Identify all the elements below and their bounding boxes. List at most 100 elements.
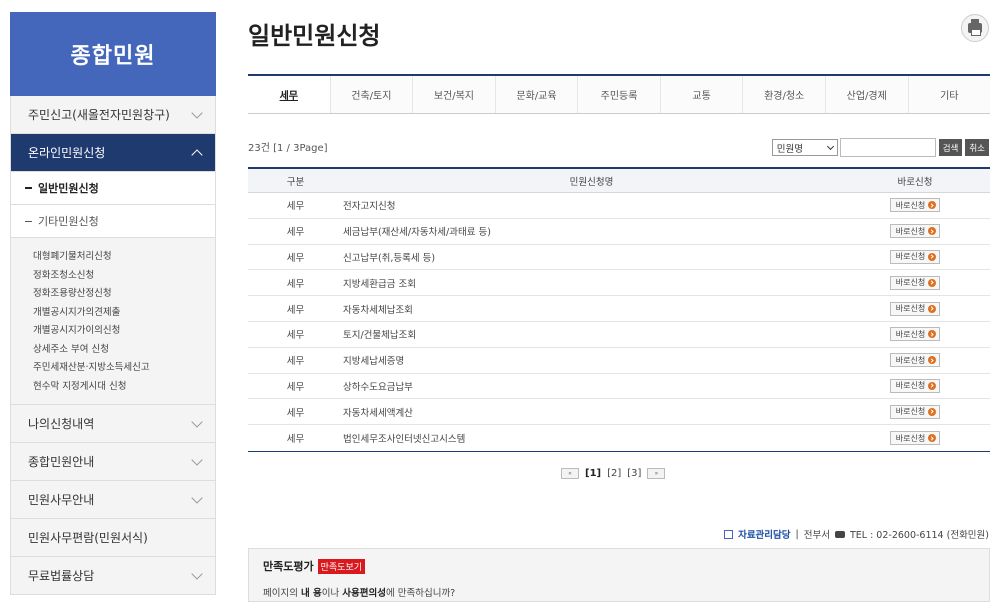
row-apply-cell: 바로신청 <box>840 404 990 419</box>
search-button[interactable]: 검색 <box>938 139 963 156</box>
arrow-circle-icon <box>928 407 937 416</box>
row-petition-name[interactable]: 지방세납세증명 <box>343 353 840 367</box>
dash-icon <box>25 220 32 222</box>
sidebar-leaf-item[interactable]: 정화조청소신청 <box>33 267 215 286</box>
row-petition-name[interactable]: 상하수도요금납부 <box>343 379 840 393</box>
sidebar-leaf-item[interactable]: 개별공시지가의견제출 <box>33 304 215 323</box>
chevron-up-icon <box>191 148 203 161</box>
tab-health[interactable]: 보건/복지 <box>413 76 496 113</box>
contact-info: 자료관리담당 | 전부서 TEL : 02-2600-6114 (전화민원) <box>724 527 989 541</box>
row-petition-name[interactable]: 신고납부(취,등록세 등) <box>343 250 840 264</box>
row-apply-cell: 바로신청 <box>840 378 990 393</box>
sidebar-leaf-item[interactable]: 개별공시지가이의신청 <box>33 322 215 341</box>
apply-now-button[interactable]: 바로신청 <box>889 249 941 264</box>
category-tabs: 세무 건축/토지 보건/복지 문화/교육 주민등록 교통 환경/청소 산업/경제… <box>248 74 990 114</box>
print-button[interactable] <box>961 14 989 42</box>
table-row: 세무 상하수도요금납부 바로신청 <box>248 374 990 400</box>
apply-now-button[interactable]: 바로신청 <box>889 301 941 316</box>
arrow-circle-icon <box>928 381 937 390</box>
row-category: 세무 <box>286 278 305 290</box>
row-apply-cell: 바로신청 <box>840 353 990 368</box>
row-petition-name[interactable]: 토지/건물체납조회 <box>343 327 840 341</box>
sidebar-item-label: 온라인민원신청 <box>28 146 106 160</box>
row-apply-cell: 바로신청 <box>840 249 990 264</box>
chevron-down-icon <box>191 415 203 428</box>
apply-now-button[interactable]: 바로신청 <box>889 431 941 446</box>
tab-other[interactable]: 기타 <box>909 76 991 113</box>
sidebar-leaf-item[interactable]: 대형폐기물처리신청 <box>33 248 215 267</box>
chevron-down-icon <box>191 491 203 504</box>
sidebar-item-label: 무료법률상담 <box>28 569 95 583</box>
apply-now-button[interactable]: 바로신청 <box>889 378 941 393</box>
table-body: 세무 전자고지신청 바로신청 세무 세금납부(재산세/자동차세/과태료 등) 바로신청 세무… <box>248 193 990 451</box>
apply-now-button[interactable]: 바로신청 <box>889 327 941 342</box>
sidebar-subitem-general-petition[interactable]: 일반민원신청 <box>11 172 215 205</box>
sidebar-item-online-petition[interactable]: 온라인민원신청 <box>11 134 215 172</box>
row-petition-name[interactable]: 세금납부(재산세/자동차세/과태료 등) <box>343 224 840 238</box>
row-apply-cell: 바로신청 <box>840 224 990 239</box>
apply-now-button[interactable]: 바로신청 <box>889 275 941 290</box>
cancel-button[interactable]: 취소 <box>965 139 989 156</box>
arrow-circle-icon <box>928 434 937 443</box>
row-petition-name[interactable]: 법인세무조사인터넷신고시스템 <box>343 431 840 445</box>
apply-now-button[interactable]: 바로신청 <box>889 224 941 239</box>
row-category: 세무 <box>286 407 305 419</box>
tab-construction[interactable]: 건축/토지 <box>331 76 414 113</box>
table-row: 세무 자동차세체납조회 바로신청 <box>248 296 990 322</box>
page-3[interactable]: [3] <box>627 468 641 479</box>
table-row: 세무 지방세환급금 조회 바로신청 <box>248 270 990 297</box>
tab-tax[interactable]: 세무 <box>248 76 331 113</box>
sidebar-item-label: 종합민원안내 <box>28 455 95 469</box>
search-input[interactable] <box>839 138 936 157</box>
prev-page-button[interactable]: « <box>561 468 579 479</box>
sidebar-item-legal-consult[interactable]: 무료법률상담 <box>11 557 215 595</box>
search-field-select[interactable]: 민원명 <box>771 139 838 156</box>
header-category: 구분 <box>286 176 305 188</box>
sidebar-item-forms-handbook[interactable]: 민원사무편람(민원서식) <box>11 519 215 557</box>
tab-traffic[interactable]: 교통 <box>661 76 744 113</box>
sidebar-item-label: 민원사무편람(민원서식) <box>28 531 148 545</box>
arrow-circle-icon <box>928 330 937 339</box>
table-row: 세무 전자고지신청 바로신청 <box>248 193 990 219</box>
sidebar-leaf-list: 대형폐기물처리신청 정화조청소신청 정화조용량산정신청 개별공시지가의견제출 개… <box>11 238 215 405</box>
tab-industry[interactable]: 산업/경제 <box>826 76 909 113</box>
row-apply-cell: 바로신청 <box>840 198 990 213</box>
table-row: 세무 세금납부(재산세/자동차세/과태료 등) 바로신청 <box>248 219 990 245</box>
tab-resident[interactable]: 주민등록 <box>578 76 661 113</box>
sidebar-leaf-item[interactable]: 상세주소 부여 신청 <box>33 341 215 360</box>
sidebar-leaf-item[interactable]: 정화조용량산정신청 <box>33 285 215 304</box>
apply-now-button[interactable]: 바로신청 <box>889 353 941 368</box>
sidebar-leaf-item[interactable]: 주민세재산분·지방소득세신고 <box>33 359 215 378</box>
apply-now-button[interactable]: 바로신청 <box>889 404 941 419</box>
row-category: 세무 <box>286 356 305 368</box>
tab-culture[interactable]: 문화/교육 <box>496 76 579 113</box>
header-name: 민원신청명 <box>569 176 614 188</box>
row-petition-name[interactable]: 자동차세세액계산 <box>343 405 840 419</box>
data-manager-link[interactable]: 자료관리담당 <box>738 527 790 541</box>
sidebar-item-office-guide[interactable]: 민원사무안내 <box>11 481 215 519</box>
separator: | <box>795 528 799 540</box>
tab-environment[interactable]: 환경/청소 <box>743 76 826 113</box>
row-petition-name[interactable]: 전자고지신청 <box>343 198 840 212</box>
sidebar-leaf-item[interactable]: 현수막 지정게시대 신청 <box>33 378 215 397</box>
arrow-circle-icon <box>928 304 937 313</box>
sidebar-item-petition-guide[interactable]: 종합민원안내 <box>11 443 215 481</box>
sidebar-subitem-other-petition[interactable]: 기타민원신청 <box>11 205 215 238</box>
document-icon <box>724 529 734 539</box>
main-content: 일반민원신청 세무 건축/토지 보건/복지 문화/교육 주민등록 교통 환경/청… <box>248 0 993 602</box>
arrow-circle-icon <box>928 201 937 210</box>
row-petition-name[interactable]: 자동차세체납조회 <box>343 302 840 316</box>
apply-now-button[interactable]: 바로신청 <box>889 198 941 213</box>
row-apply-cell: 바로신청 <box>840 431 990 446</box>
survey-title: 만족도평가 <box>263 560 314 573</box>
sidebar-item-my-requests[interactable]: 나의신청내역 <box>11 405 215 443</box>
row-apply-cell: 바로신청 <box>840 275 990 290</box>
view-satisfaction-button[interactable]: 만족도보기 <box>317 558 366 574</box>
row-petition-name[interactable]: 지방세환급금 조회 <box>343 276 840 290</box>
next-page-button[interactable]: » <box>647 468 666 479</box>
page-2[interactable]: [2] <box>607 468 621 479</box>
sidebar-item-resident-report[interactable]: 주민신고(새올전자민원창구) <box>11 96 215 134</box>
page-1[interactable]: [1] <box>585 468 601 479</box>
arrow-circle-icon <box>928 227 937 236</box>
sidebar-item-label: 주민신고(새올전자민원창구) <box>28 108 170 122</box>
